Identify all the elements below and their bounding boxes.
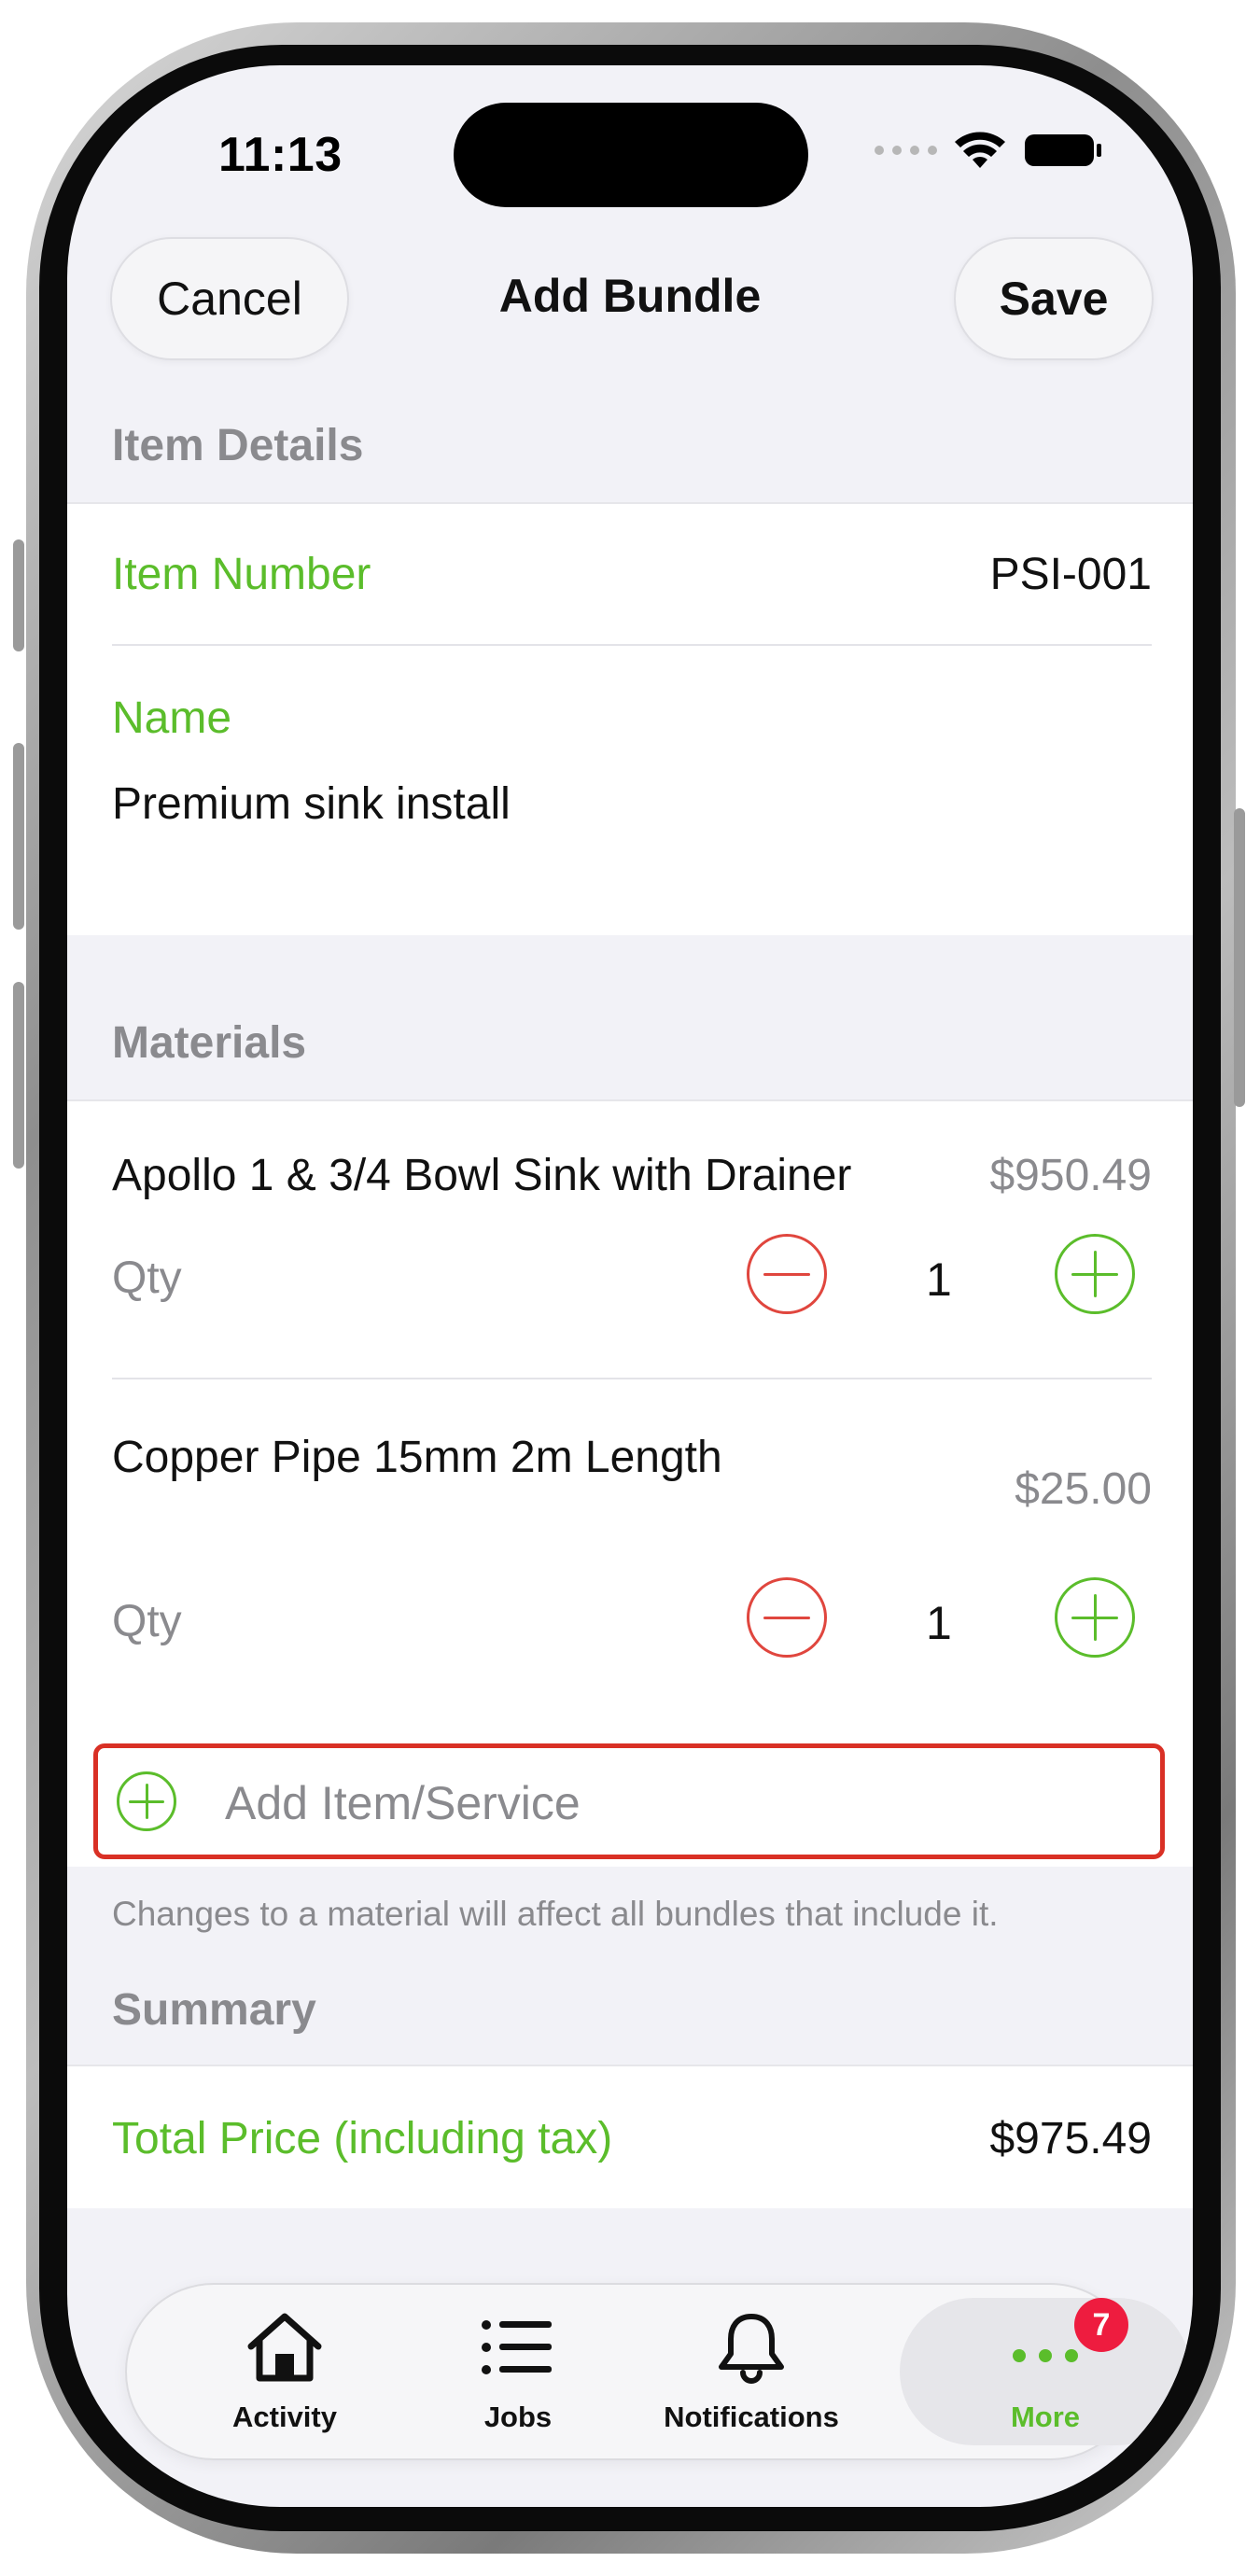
tab-label: Notifications	[664, 2401, 839, 2433]
item-details-header: Item Details	[112, 421, 364, 470]
divider	[112, 644, 1152, 646]
item-number-value[interactable]: PSI-001	[990, 549, 1152, 600]
material-price: $25.00	[1015, 1464, 1152, 1514]
item-number-label: Item Number	[112, 550, 371, 599]
cellular-signal-icon	[875, 146, 937, 155]
ellipsis-icon	[1013, 2349, 1078, 2362]
add-circle-icon	[117, 1771, 176, 1831]
summary-card: Total Price (including tax) $975.49	[67, 2065, 1193, 2208]
total-price-value: $975.49	[989, 2114, 1152, 2163]
divider	[67, 2065, 1193, 2066]
divider	[112, 1378, 1152, 1379]
item-details-card: Item Number PSI-001 Name Premium sink in…	[67, 502, 1193, 935]
materials-header: Materials	[112, 1018, 307, 1068]
volume-down-button	[13, 982, 24, 1169]
tab-label: More	[1010, 2401, 1081, 2433]
bell-icon	[719, 2314, 784, 2384]
screen: 11:13 Cancel Add Bundle Save Item Detail…	[67, 65, 1193, 2507]
battery-icon	[1025, 134, 1101, 166]
divider	[67, 1099, 1193, 1101]
quantity-value: 1	[926, 1597, 952, 1649]
total-price-label: Total Price (including tax)	[112, 2114, 613, 2163]
notification-badge: 7	[1074, 2298, 1128, 2352]
list-icon	[482, 2320, 552, 2374]
name-field[interactable]: Premium sink install	[112, 778, 511, 830]
qty-label: Qty	[112, 1597, 182, 1646]
add-item-service-button[interactable]: Add Item/Service	[93, 1743, 1165, 1859]
tab-more[interactable]: 7 More	[929, 2285, 1162, 2458]
tab-label: Activity	[232, 2401, 337, 2433]
material-price: $950.49	[989, 1151, 1152, 1200]
summary-header: Summary	[112, 1985, 316, 2035]
add-item-service-label: Add Item/Service	[225, 1777, 581, 1829]
action-button	[13, 539, 24, 651]
tab-notifications[interactable]: Notifications	[635, 2285, 868, 2458]
power-button	[1234, 808, 1245, 1107]
divider	[67, 502, 1193, 504]
status-icons	[875, 131, 1103, 170]
volume-up-button	[13, 743, 24, 930]
status-time: 11:13	[218, 128, 343, 182]
material-name: Apollo 1 & 3/4 Bowl Sink with Drainer	[112, 1151, 852, 1200]
name-label: Name	[112, 693, 232, 743]
increase-quantity-button[interactable]	[1055, 1234, 1135, 1314]
tab-jobs[interactable]: Jobs	[401, 2285, 635, 2458]
tab-activity[interactable]: Activity	[168, 2285, 401, 2458]
save-button[interactable]: Save	[954, 237, 1154, 360]
decrease-quantity-button[interactable]	[747, 1577, 827, 1658]
quantity-value: 1	[926, 1253, 952, 1306]
house-icon	[247, 2313, 322, 2382]
materials-footnote: Changes to a material will affect all bu…	[112, 1895, 999, 1933]
decrease-quantity-button[interactable]	[747, 1234, 827, 1314]
tab-bar: Activity Jobs Notifications 7 More	[125, 2283, 1191, 2460]
increase-quantity-button[interactable]	[1055, 1577, 1135, 1658]
qty-label: Qty	[112, 1253, 182, 1303]
material-name: Copper Pipe 15mm 2m Length	[112, 1433, 722, 1482]
tab-label: Jobs	[483, 2401, 553, 2433]
dynamic-island	[454, 103, 808, 207]
wifi-icon	[955, 132, 1005, 168]
